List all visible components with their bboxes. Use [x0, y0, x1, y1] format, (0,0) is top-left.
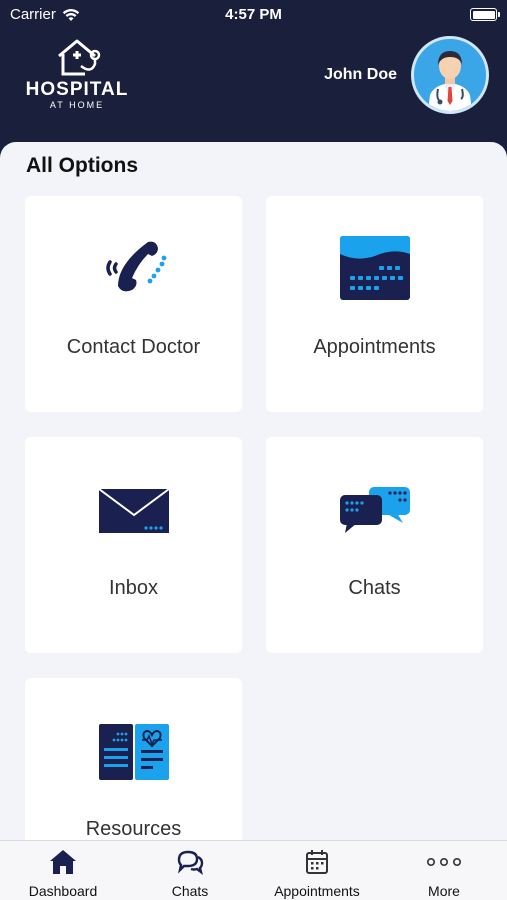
- app-header: HOSPITAL AT HOME John Doe: [0, 30, 507, 142]
- tab-more[interactable]: More: [381, 841, 507, 900]
- logo-title: HOSPITAL: [25, 79, 129, 100]
- logo-subtitle: AT HOME: [49, 100, 105, 110]
- option-label: Inbox: [109, 577, 158, 599]
- tab-appointments[interactable]: Appointments: [254, 841, 380, 900]
- avatar[interactable]: [411, 36, 489, 114]
- clock: 4:57 PM: [225, 6, 282, 23]
- status-bar: Carrier 4:57 PM: [0, 0, 507, 30]
- option-label: Contact Doctor: [66, 336, 201, 358]
- doctor-avatar-icon: [428, 51, 472, 111]
- tab-label: More: [428, 883, 460, 899]
- option-card-inbox[interactable]: Inbox: [25, 437, 242, 653]
- tab-bar: Dashboard Chats Appointments More: [0, 840, 507, 900]
- phone-icon: [105, 241, 166, 292]
- option-card-appointments[interactable]: Appointments: [266, 196, 483, 412]
- tab-label: Appointments: [274, 883, 360, 899]
- user-name: John Doe: [324, 66, 397, 83]
- resources-icon: [98, 724, 169, 780]
- page-title: All Options: [26, 154, 138, 177]
- calendar-icon: [306, 850, 328, 874]
- tab-dashboard[interactable]: Dashboard: [0, 841, 126, 900]
- envelope-icon: [97, 488, 170, 533]
- option-card-resources[interactable]: Resources: [25, 678, 242, 840]
- tab-chats[interactable]: Chats: [127, 841, 253, 900]
- option-label: Resources: [85, 818, 182, 840]
- house-stethoscope-icon: [58, 39, 101, 76]
- more-icon: [426, 858, 461, 867]
- options-panel: All Options Contact Doctor Appointments …: [0, 142, 507, 840]
- option-card-chats[interactable]: Chats: [266, 437, 483, 653]
- chat-bubbles-icon: [339, 487, 410, 533]
- option-label: Appointments: [313, 336, 436, 358]
- tab-label: Chats: [171, 883, 209, 899]
- chat-icon: [177, 850, 204, 875]
- option-label: Chats: [348, 577, 401, 599]
- calendar-icon: [339, 236, 410, 300]
- hospital-logo: HOSPITAL AT HOME: [24, 36, 130, 116]
- battery-icon: [470, 8, 500, 21]
- tab-label: Dashboard: [28, 883, 98, 899]
- home-icon: [50, 850, 76, 874]
- option-card-contact-doctor[interactable]: Contact Doctor: [25, 196, 242, 412]
